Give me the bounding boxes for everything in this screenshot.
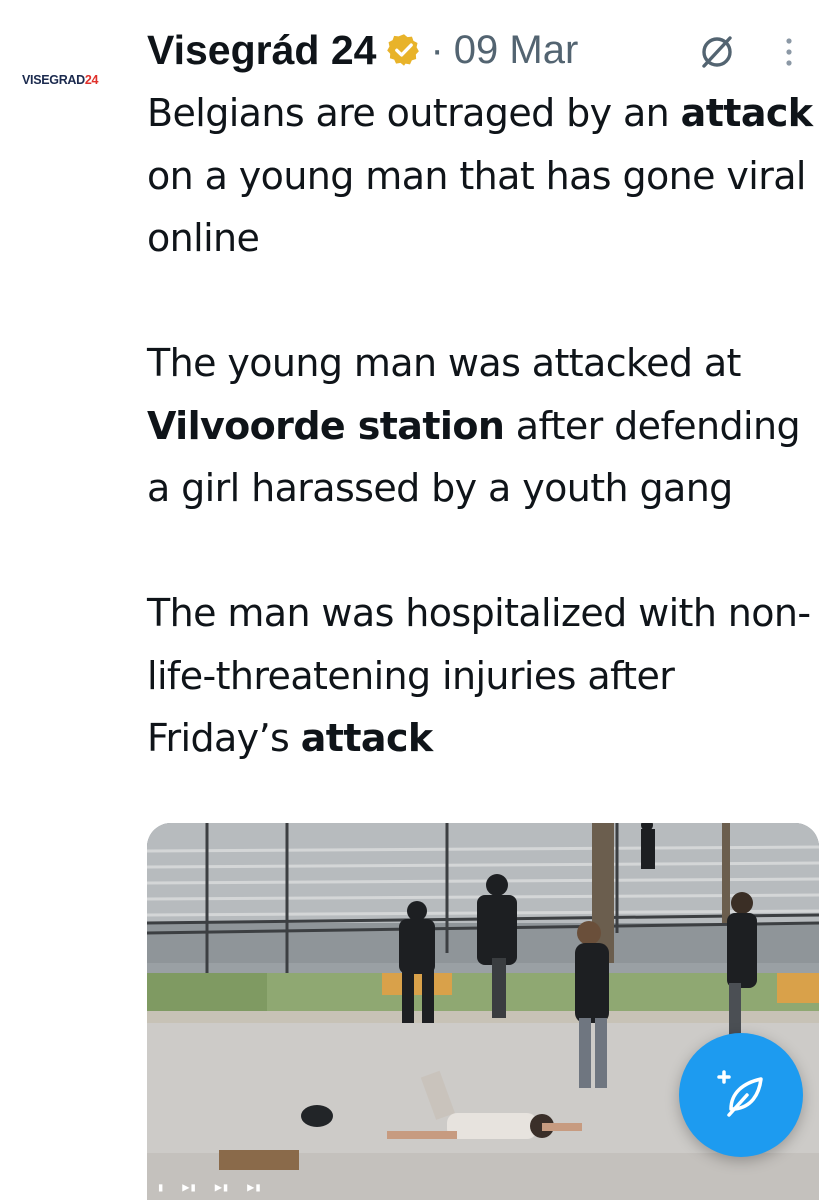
more-vertical-icon[interactable]: [779, 32, 799, 72]
compose-post-button[interactable]: [679, 1033, 803, 1157]
compose-post-icon: [717, 1070, 763, 1117]
tweet[interactable]: VISEGRAD24 Visegrád 24 · 09 Mar Belgians…: [0, 0, 821, 1200]
tweet-paragraph-3: The man was hospitalized with non-life-t…: [147, 591, 811, 760]
skip-end-icon[interactable]: ▶▮: [247, 1180, 261, 1194]
tweet-text: Belgians are outraged by an attack on a …: [147, 82, 817, 770]
hashtag-like-bold: attack: [300, 716, 433, 760]
step-forward-icon[interactable]: ▶▮: [182, 1180, 196, 1194]
skip-icon[interactable]: ▶▮: [215, 1180, 229, 1194]
hashtag-like-bold: Vilvoorde station: [147, 403, 505, 448]
video-player-controls[interactable]: ▮ ▶▮ ▶▮ ▶▮: [147, 1174, 819, 1200]
avatar[interactable]: VISEGRAD24: [22, 50, 126, 110]
tweet-paragraph-2: The young man was attacked at Vilvoorde …: [147, 341, 801, 510]
tweet-paragraph-1: Belgians are outraged by an attack on a …: [147, 91, 813, 260]
post-date[interactable]: 09 Mar: [454, 28, 579, 73]
hashtag-like-bold: attack: [680, 91, 813, 135]
tweet-header: Visegrád 24 · 09 Mar: [147, 18, 813, 82]
play-pause-icon[interactable]: ▮: [157, 1180, 164, 1194]
verified-badge-icon: [387, 34, 420, 66]
author-name[interactable]: Visegrád 24: [147, 27, 376, 74]
avatar-logo: VISEGRAD24: [22, 72, 99, 87]
separator-dot: ·: [430, 27, 444, 72]
grok-icon[interactable]: [697, 32, 737, 72]
